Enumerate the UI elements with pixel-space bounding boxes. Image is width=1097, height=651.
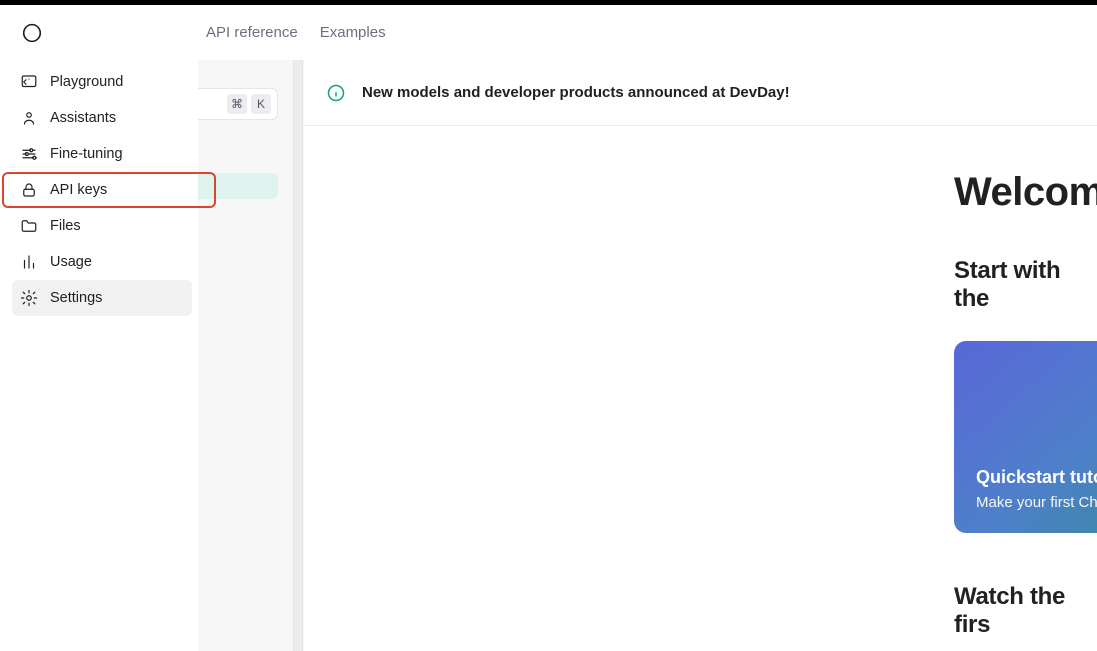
sidebar-item-api-keys[interactable]: API keys bbox=[2, 172, 216, 208]
sidebar-item-settings[interactable]: Settings bbox=[12, 280, 192, 316]
quickstart-card[interactable]: Quickstart tutori Make your first Cha bbox=[954, 341, 1097, 533]
nav-examples[interactable]: Examples bbox=[320, 24, 386, 41]
section-watch-heading: Watch the firs bbox=[954, 583, 1097, 639]
lock-icon bbox=[20, 181, 38, 199]
announcement-banner[interactable]: New models and developer products announ… bbox=[304, 60, 1097, 126]
usage-icon bbox=[20, 253, 38, 271]
sidebar-item-label: Fine-tuning bbox=[50, 146, 123, 162]
kbd-cmd-icon: ⌘ bbox=[227, 94, 247, 114]
sidebar-item-label: Playground bbox=[50, 74, 123, 90]
scrollbar-gutter[interactable] bbox=[293, 60, 303, 651]
files-icon bbox=[20, 217, 38, 235]
sidebar-item-label: Settings bbox=[50, 290, 102, 306]
sidebar-item-playground[interactable]: Playground bbox=[12, 64, 192, 100]
header: API reference Examples bbox=[0, 5, 1097, 60]
content-inner: Welcome Start with the Quickstart tutori… bbox=[304, 126, 1097, 639]
sidebar-item-assistants[interactable]: Assistants bbox=[12, 100, 192, 136]
gear-icon bbox=[20, 289, 38, 307]
card-title: Quickstart tutori bbox=[976, 467, 1097, 488]
sidebar-item-files[interactable]: Files bbox=[12, 208, 192, 244]
nav-api-reference[interactable]: API reference bbox=[206, 24, 298, 41]
section-start-heading: Start with the bbox=[954, 257, 1097, 313]
openai-logo-icon[interactable] bbox=[18, 19, 46, 47]
sidebar-item-label: API keys bbox=[50, 182, 107, 198]
main-panel: New models and developer products announ… bbox=[304, 60, 1097, 651]
banner-text: New models and developer products announ… bbox=[362, 84, 790, 101]
sidebar-item-label: Usage bbox=[50, 254, 92, 270]
info-icon bbox=[326, 83, 346, 103]
card-subtitle: Make your first Cha bbox=[976, 494, 1097, 511]
sidebar-item-usage[interactable]: Usage bbox=[12, 244, 192, 280]
sidebar-item-label: Assistants bbox=[50, 110, 116, 126]
playground-icon bbox=[20, 73, 38, 91]
sidebar: Playground Assistants Fine-tuning API ke… bbox=[0, 60, 198, 320]
kbd-k: K bbox=[251, 94, 271, 114]
page-title: Welcome bbox=[954, 170, 1097, 215]
top-nav: API reference Examples bbox=[206, 24, 386, 41]
fine-tuning-icon bbox=[20, 145, 38, 163]
assistants-icon bbox=[20, 109, 38, 127]
sidebar-item-fine-tuning[interactable]: Fine-tuning bbox=[12, 136, 192, 172]
sidebar-item-label: Files bbox=[50, 218, 81, 234]
